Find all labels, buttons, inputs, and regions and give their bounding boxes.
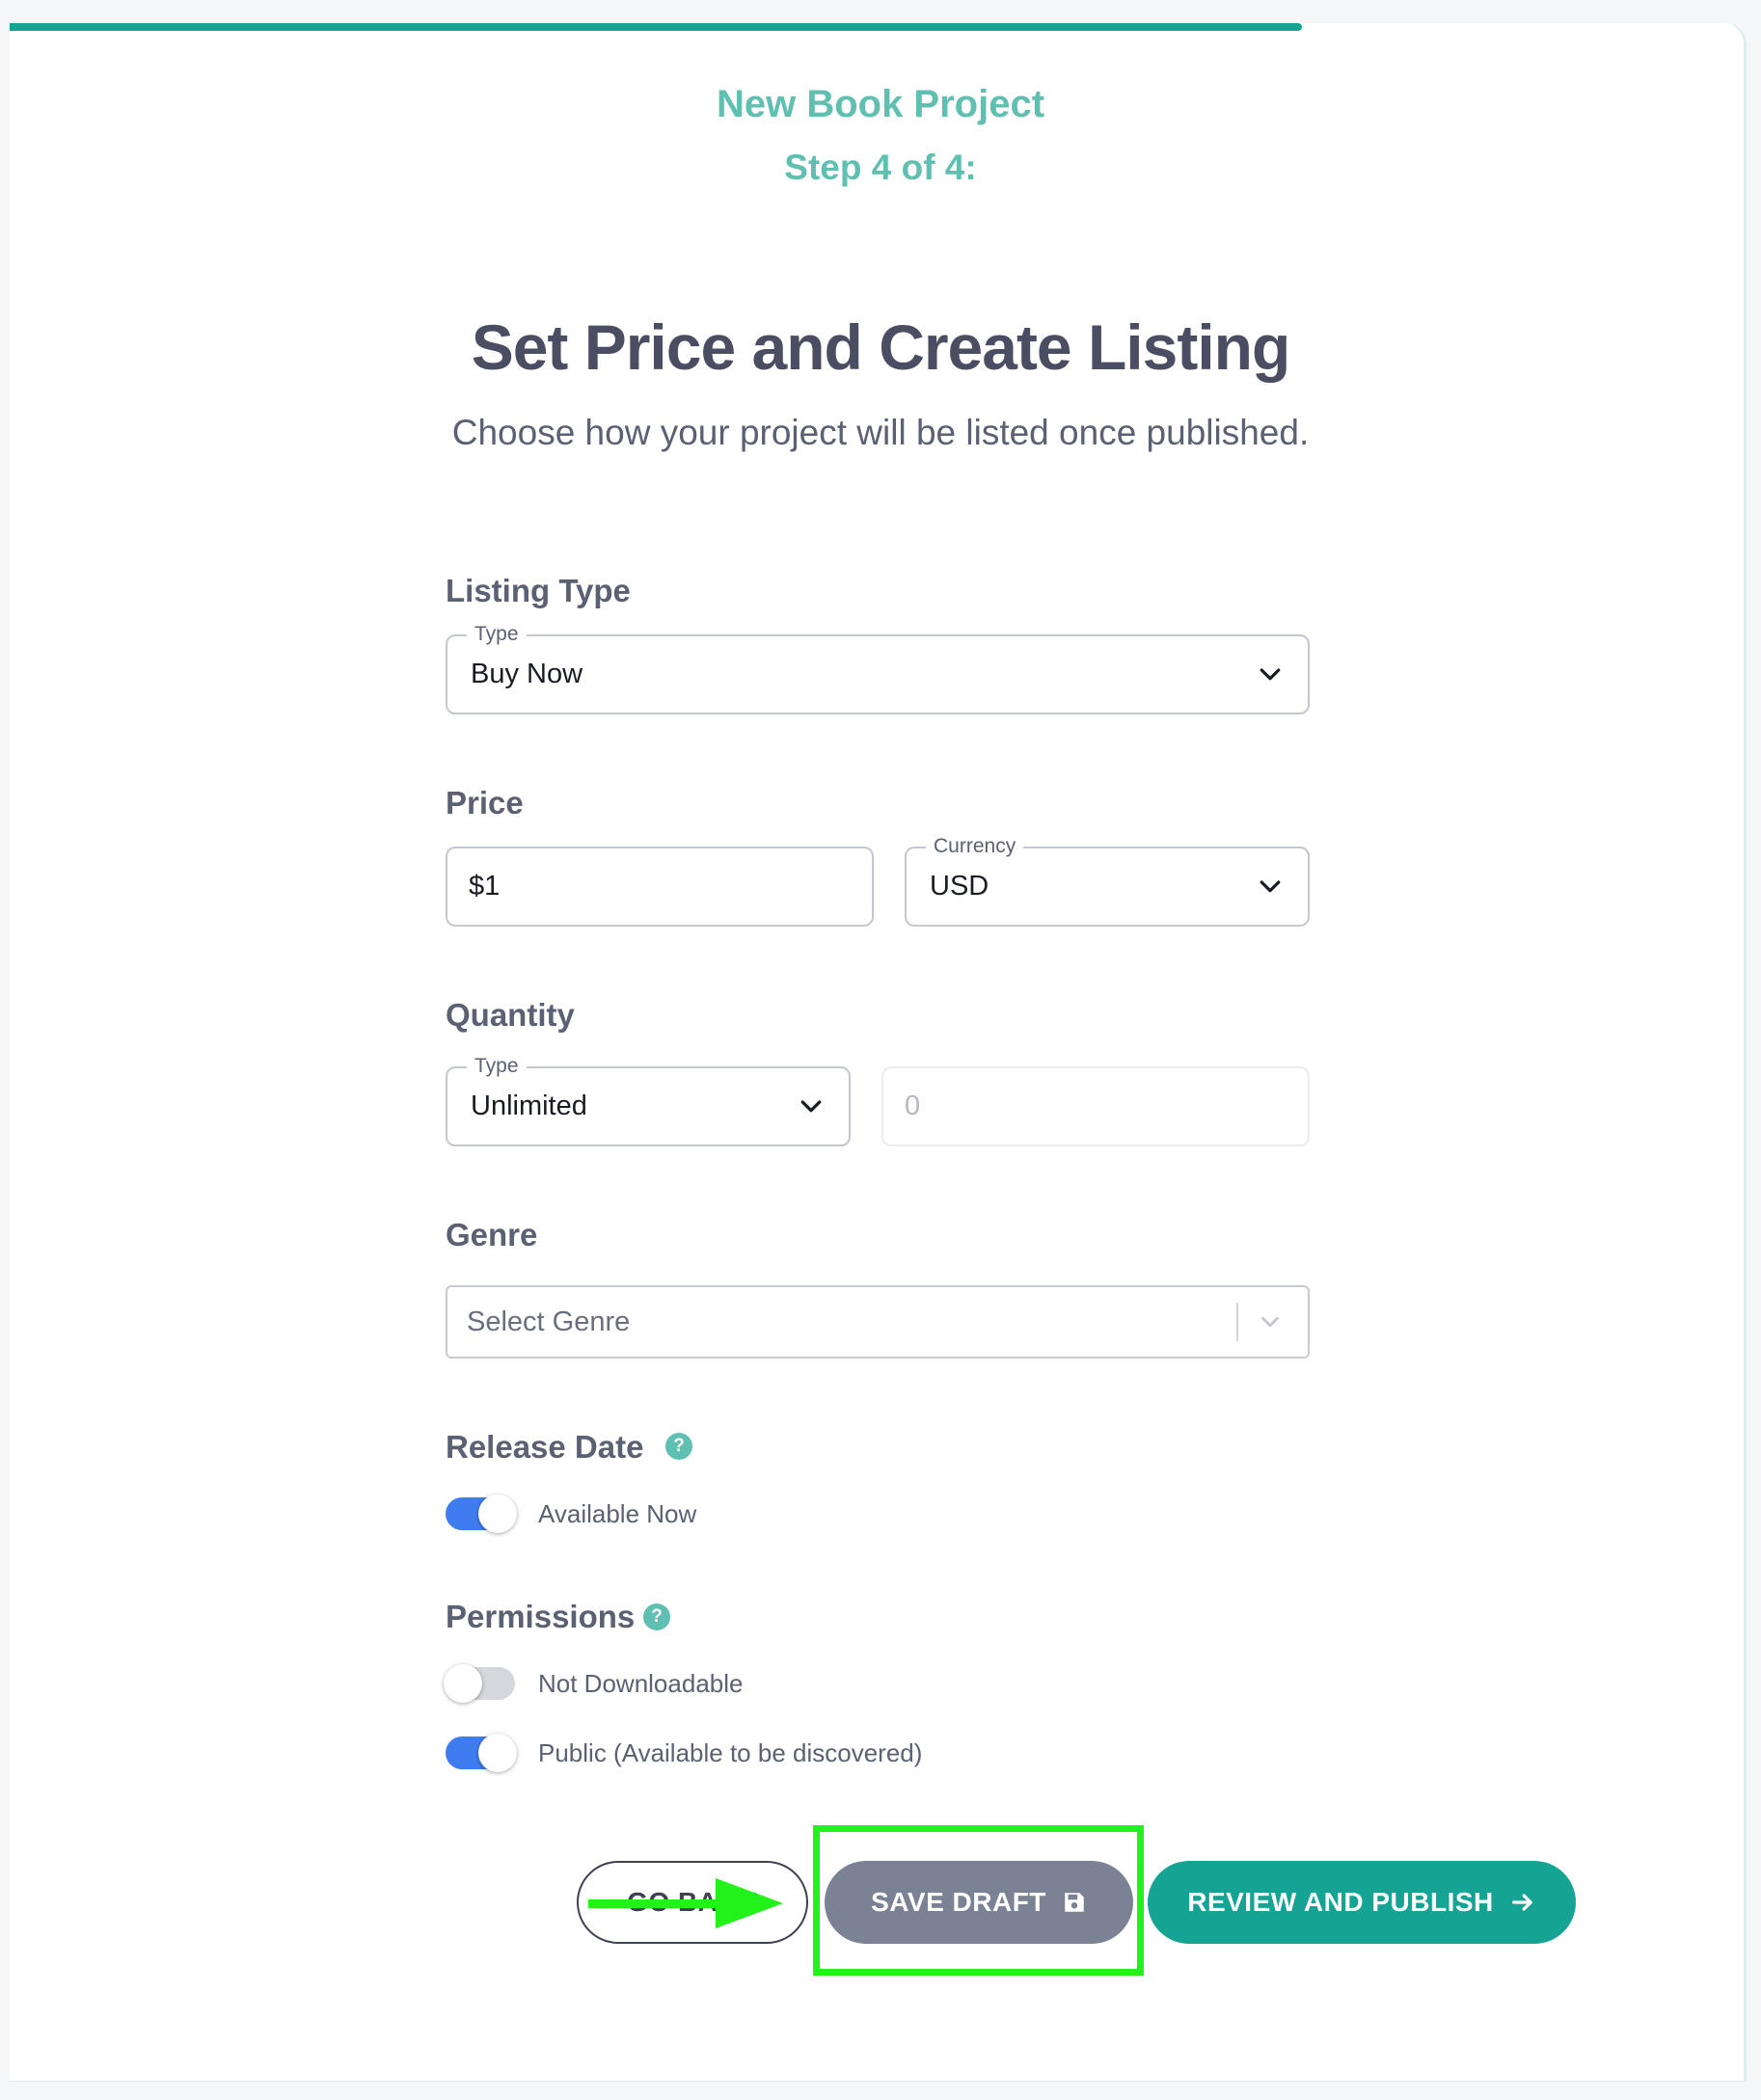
not-downloadable-toggle[interactable] — [444, 1664, 515, 1703]
quantity-type-select[interactable]: Type Unlimited — [446, 1055, 851, 1146]
currency-select[interactable]: Currency USD — [905, 835, 1310, 927]
step-indicator: Step 4 of 4: — [784, 148, 977, 187]
page-subtitle: Choose how your project will be listed o… — [451, 413, 1310, 452]
review-and-publish-label: REVIEW AND PUBLISH — [1187, 1887, 1494, 1917]
chevron-down-icon[interactable] — [1256, 1307, 1285, 1336]
annotation-highlight-box — [813, 1825, 1144, 1976]
chevron-down-icon — [800, 1099, 822, 1112]
quantity-label: Quantity — [446, 997, 575, 1033]
listing-type-value: Buy Now — [471, 659, 583, 689]
price-input-value: $1 — [469, 871, 501, 902]
toggle-knob — [478, 1734, 517, 1772]
release-date-label: Release Date — [446, 1429, 644, 1465]
available-now-toggle[interactable] — [446, 1494, 517, 1533]
listing-type-select[interactable]: Type Buy Now — [446, 623, 1310, 714]
chevron-down-icon — [1260, 879, 1281, 892]
price-input[interactable]: $1 — [446, 847, 874, 927]
public-toggle[interactable] — [446, 1734, 517, 1772]
public-label: Public (Available to be discovered) — [538, 1738, 923, 1767]
toggle-knob — [444, 1664, 482, 1703]
not-downloadable-label: Not Downloadable — [538, 1669, 744, 1698]
toggle-knob — [478, 1494, 517, 1533]
arrow-right-icon — [1509, 1889, 1536, 1916]
price-label: Price — [446, 785, 524, 821]
project-title: New Book Project — [716, 83, 1045, 125]
review-and-publish-button[interactable]: REVIEW AND PUBLISH — [1148, 1861, 1576, 1944]
question-circle-icon[interactable]: ? — [643, 1603, 670, 1630]
progress-bar-fill — [10, 23, 1302, 31]
quantity-count-value: 0 — [905, 1090, 921, 1121]
annotation-arrow-icon — [588, 1878, 783, 1928]
genre-placeholder: Select Genre — [467, 1306, 631, 1337]
listing-type-label: Listing Type — [446, 573, 631, 608]
question-circle-icon[interactable]: ? — [665, 1433, 692, 1460]
available-now-label: Available Now — [538, 1499, 697, 1528]
page-title: Set Price and Create Listing — [471, 311, 1291, 383]
chevron-down-icon — [1260, 667, 1281, 680]
currency-value: USD — [930, 871, 989, 902]
genre-label: Genre — [446, 1217, 538, 1252]
progress-bar — [10, 23, 1746, 31]
quantity-type-value: Unlimited — [471, 1090, 587, 1121]
quantity-count-input: 0 — [881, 1066, 1310, 1146]
genre-select-separator — [1236, 1303, 1238, 1341]
permissions-label: Permissions — [446, 1599, 636, 1634]
genre-select[interactable]: Select Genre — [446, 1285, 1310, 1359]
